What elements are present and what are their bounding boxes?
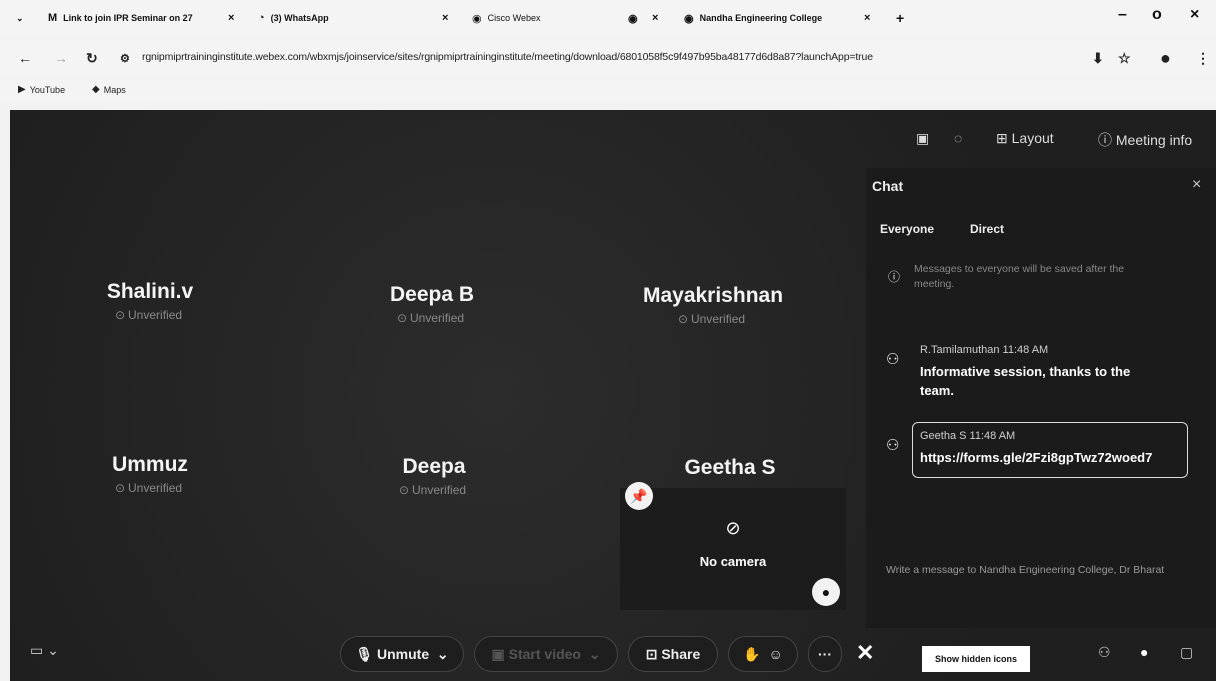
youtube-icon: ▶	[18, 84, 26, 95]
hand-icon: ✋	[743, 645, 761, 662]
gmail-icon: M	[48, 12, 58, 24]
chat-title: Chat	[872, 178, 904, 194]
close-icon[interactable]: ×	[442, 12, 448, 24]
video-icon: ▣	[491, 645, 505, 662]
bookmarks-bar: ▶ YouTube ◆ Maps	[0, 80, 1216, 102]
layout-icon: ⊞	[996, 130, 1012, 146]
user-icon: ⚇	[886, 437, 900, 454]
apps-icon[interactable]: ▢	[1180, 644, 1193, 661]
info-icon: ⓘ	[888, 270, 901, 284]
new-tab-button[interactable]: +	[896, 8, 904, 28]
share-button[interactable]: ⊡ Share	[628, 636, 718, 672]
tab-cisco-webex[interactable]: ◉ Cisco Webex	[472, 8, 622, 28]
show-hidden-icons-tooltip: Show hidden icons	[922, 646, 1030, 672]
camera-off-icon: ⊘	[725, 518, 741, 538]
minimize-icon[interactable]: –	[1118, 6, 1127, 24]
reload-icon[interactable]: ↻	[86, 50, 98, 67]
more-icon: ···	[818, 646, 832, 662]
whatsapp-icon: ◔	[258, 12, 265, 24]
emoji-icon: ☺	[768, 646, 783, 662]
tab-everyone[interactable]: Everyone	[880, 222, 934, 236]
microphone-icon: 🎙	[355, 645, 374, 662]
bookmark-youtube[interactable]: ▶ YouTube	[18, 84, 65, 95]
participant-tile[interactable]: Deepa B ⊙ Unverified	[362, 283, 502, 325]
start-video-button[interactable]: ▣ Start video ⌄	[474, 636, 618, 672]
chat-panel: Chat × Everyone Direct ⓘ Messages to eve…	[866, 168, 1216, 628]
pin-icon[interactable]: 📌	[625, 482, 653, 510]
unmute-button[interactable]: 🎙 Unmute ⌄	[340, 636, 464, 672]
bookmark-star-icon[interactable]: ☆	[1118, 50, 1131, 67]
browser-tab-strip: ⌄ M Link to join IPR Seminar on 27 × ◔ (…	[0, 0, 1216, 36]
chat-message[interactable]: ⚇ Geetha S 11:48 AM https://forms.gle/2F…	[886, 430, 1200, 467]
site-info-icon[interactable]: ⚙	[120, 52, 130, 65]
unverified-icon: ⊙	[114, 308, 126, 322]
captions-icon[interactable]: ▣	[916, 130, 929, 147]
close-icon[interactable]: ×	[652, 12, 658, 24]
meeting-info-button[interactable]: ⓘ Meeting info	[1098, 130, 1192, 150]
reactions-button[interactable]: ✋ ☺	[728, 636, 798, 672]
user-icon: ⚇	[886, 351, 900, 368]
address-bar-row: ← → ↻ ⚙ rgnipmiprtraininginstitute.webex…	[0, 40, 1216, 76]
profile-avatar[interactable]: ●	[1160, 48, 1171, 69]
unverified-icon: ⊙	[396, 311, 408, 325]
tab-webex-2[interactable]: ◉ ×	[628, 8, 668, 28]
maximize-icon[interactable]: o	[1152, 6, 1162, 24]
share-icon: ⊡	[645, 645, 658, 662]
unverified-icon: ⊙	[114, 481, 126, 495]
chat-icon[interactable]: ●	[1140, 644, 1148, 660]
close-window-icon[interactable]: ×	[1190, 6, 1199, 24]
tab-nandha-engineering[interactable]: ◉ Nandha Engineering College ×	[684, 8, 884, 28]
forward-icon[interactable]: →	[54, 50, 68, 66]
more-options-button[interactable]: ···	[808, 636, 842, 672]
back-icon[interactable]: ←	[18, 50, 32, 66]
participant-tile[interactable]: Mayakrishnan ⊙ Unverified	[628, 284, 798, 326]
close-chat-icon[interactable]: ×	[1192, 176, 1201, 194]
self-view-settings-icon[interactable]: ●	[812, 578, 840, 606]
tab-list-chevron[interactable]: ⌄	[16, 8, 24, 28]
close-icon[interactable]: ×	[228, 12, 234, 24]
participant-tile[interactable]: Ummuz ⊙ Unverified	[80, 453, 220, 495]
webex-icon: ◉	[628, 12, 638, 25]
chat-message[interactable]: ⚇ R.Tamilamuthan 11:48 AM Informative se…	[886, 344, 1160, 400]
webex-icon: ◉	[684, 12, 694, 25]
info-icon: ⓘ	[1098, 132, 1116, 148]
tab-gmail[interactable]: M Link to join IPR Seminar on 27 ×	[48, 8, 238, 28]
maps-icon: ◆	[92, 84, 100, 95]
webex-icon: ◉	[472, 12, 482, 25]
participants-icon[interactable]: ⚇	[1098, 644, 1111, 661]
browser-menu-icon[interactable]: ⋮	[1196, 50, 1210, 67]
close-icon[interactable]: ×	[864, 12, 870, 24]
tab-direct[interactable]: Direct	[970, 222, 1004, 236]
settings-icon[interactable]: ◌	[954, 130, 962, 146]
participant-tile[interactable]: Shalini.v ⊙ Unverified	[80, 280, 220, 322]
leave-meeting-icon[interactable]: ✕	[856, 640, 874, 666]
tab-whatsapp[interactable]: ◔ (3) WhatsApp ×	[258, 8, 448, 28]
participant-tile[interactable]: Geetha S	[640, 456, 820, 480]
layout-button[interactable]: ⊞ Layout	[996, 130, 1054, 147]
url-field[interactable]: rgnipmiprtraininginstitute.webex.com/wbx…	[142, 51, 873, 63]
unverified-icon: ⊙	[677, 312, 689, 326]
chat-input[interactable]: Write a message to Nandha Engineering Co…	[886, 562, 1186, 578]
screen-layout-icon[interactable]: ▭ ⌄	[30, 642, 59, 659]
participant-tile[interactable]: Deepa ⊙ Unverified	[364, 455, 504, 497]
install-icon[interactable]: ⬇	[1092, 50, 1104, 67]
bookmark-maps[interactable]: ◆ Maps	[92, 84, 126, 95]
chat-notice: Messages to everyone will be saved after…	[914, 263, 1125, 290]
no-camera-label: No camera	[699, 554, 767, 569]
unverified-icon: ⊙	[398, 483, 410, 497]
